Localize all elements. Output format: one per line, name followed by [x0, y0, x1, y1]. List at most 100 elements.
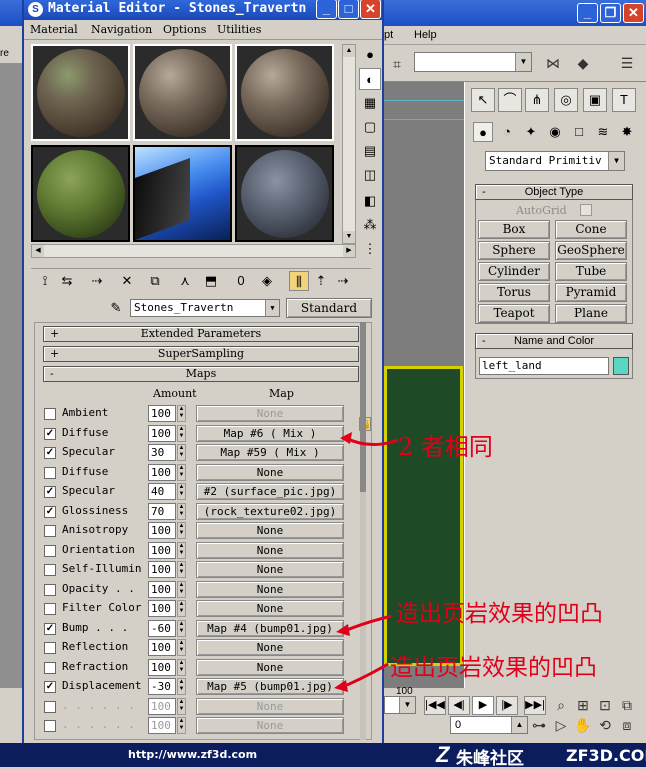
amount-spinner[interactable]: ▲ ▼	[177, 658, 186, 676]
sample-slot[interactable]	[235, 145, 334, 242]
amount-spinner[interactable]: ▲ ▼	[177, 424, 186, 442]
map-slot-button[interactable]: None	[196, 697, 344, 715]
modify-tab-icon[interactable]: ⌒	[498, 88, 522, 112]
map-enable-checkbox[interactable]: ✓	[44, 681, 56, 693]
name-and-color-rollout-header[interactable]: - Name and Color	[475, 333, 633, 349]
map-enable-checkbox[interactable]: ✓	[44, 447, 56, 459]
amount-spinner[interactable]: ▲ ▼	[177, 561, 186, 578]
amount-spinner[interactable]: ▲ ▼	[177, 502, 186, 520]
sample-slot[interactable]	[133, 145, 232, 242]
cameras-icon[interactable]: ◉	[545, 122, 565, 142]
amount-spinner[interactable]: ▲ ▼	[177, 522, 186, 539]
material-effects-channel-icon[interactable]: 0	[231, 271, 251, 291]
sample-uv-tiling-icon[interactable]: ▢	[359, 116, 381, 138]
map-amount-field[interactable]: -60	[148, 619, 176, 637]
systems-icon[interactable]: ✸	[617, 122, 637, 142]
mirror-icon[interactable]: ⋈	[542, 52, 564, 74]
torus-button[interactable]: Torus	[478, 283, 550, 302]
geometry-icon[interactable]: ●	[473, 122, 493, 142]
maximize-viewport-icon[interactable]: ⧈	[616, 714, 638, 736]
sample-slot[interactable]	[31, 145, 130, 242]
create-tab-icon[interactable]: ↖	[471, 88, 495, 112]
assign-material-icon[interactable]: ⇢	[87, 271, 107, 291]
show-map-in-viewport-icon[interactable]: ◈	[257, 271, 277, 291]
pan-icon[interactable]: ✋	[572, 714, 594, 736]
amount-spinner[interactable]: ▲ ▼	[177, 580, 186, 598]
map-amount-field[interactable]: 100	[148, 463, 176, 481]
sample-type-icon[interactable]: ●	[359, 44, 381, 66]
put-to-library-icon[interactable]: ⬒	[201, 271, 221, 291]
menu-options[interactable]: Options	[163, 23, 206, 36]
cylinder-button[interactable]: Cylinder	[478, 262, 550, 281]
sphere-button[interactable]: Sphere	[478, 241, 550, 260]
close-button[interactable]: ✕	[623, 3, 644, 23]
map-amount-field[interactable]: 100	[148, 424, 176, 442]
map-amount-field[interactable]: 100	[148, 522, 176, 539]
extended-parameters-rollout[interactable]: + Extended Parameters	[43, 326, 359, 342]
amount-spinner[interactable]: ▲ ▼	[177, 405, 186, 422]
map-amount-field[interactable]: 100	[148, 658, 176, 676]
key-mode-toggle-icon[interactable]: ⊶	[528, 714, 550, 736]
go-forward-to-sibling-icon[interactable]: ⇢	[333, 271, 353, 291]
map-enable-checkbox[interactable]	[44, 544, 56, 557]
map-enable-checkbox[interactable]	[44, 564, 56, 576]
amount-spinner[interactable]: ▲ ▼	[177, 444, 186, 461]
map-amount-field[interactable]: 100	[148, 541, 176, 559]
map-amount-field[interactable]: 70	[148, 502, 176, 520]
map-slot-button[interactable]: None	[196, 580, 344, 598]
geosphere-button[interactable]: GeoSphere	[555, 241, 627, 260]
video-color-check-icon[interactable]: ▤	[359, 140, 381, 162]
abc-icon[interactable]: ⌗	[386, 53, 408, 75]
map-slot-button[interactable]: None	[196, 405, 344, 422]
map-enable-checkbox[interactable]: ✓	[44, 486, 56, 498]
make-preview-icon[interactable]: ◫	[359, 164, 381, 186]
helpers-icon[interactable]: □	[569, 122, 589, 142]
object-name-field[interactable]: left_land	[479, 357, 609, 375]
reset-map-icon[interactable]: ✕	[117, 271, 137, 291]
map-amount-field[interactable]: 100	[148, 639, 176, 656]
map-amount-field[interactable]: 100	[148, 717, 176, 734]
map-enable-checkbox[interactable]	[44, 583, 56, 596]
map-amount-field[interactable]: 100	[148, 600, 176, 617]
hierarchy-tab-icon[interactable]: ⋔	[525, 88, 549, 112]
map-enable-checkbox[interactable]	[44, 603, 56, 615]
map-slot-button[interactable]: None	[196, 639, 344, 656]
map-enable-checkbox[interactable]: ✓	[44, 622, 56, 635]
map-enable-checkbox[interactable]	[44, 466, 56, 479]
utilities-tab-icon[interactable]: T	[612, 88, 636, 112]
restore-button[interactable]: ❐	[600, 3, 621, 23]
map-enable-checkbox[interactable]	[44, 700, 56, 713]
amount-spinner[interactable]: ▲ ▼	[177, 483, 186, 500]
map-slot-button[interactable]: Map #6 ( Mix )	[196, 424, 344, 442]
map-amount-field[interactable]: 100	[148, 561, 176, 578]
box-button[interactable]: Box	[478, 220, 550, 239]
layers-icon[interactable]: ☰	[616, 52, 638, 74]
map-slot-button[interactable]: Map #59 ( Mix )	[196, 444, 344, 461]
map-amount-field[interactable]: 100	[148, 697, 176, 715]
amount-spinner[interactable]: ▲ ▼	[177, 600, 186, 617]
selection-set-dropdown[interactable]: ▼	[414, 52, 532, 72]
display-tab-icon[interactable]: ▣	[583, 88, 607, 112]
spacewarps-icon[interactable]: ≋	[593, 122, 613, 142]
menu-item[interactable]: pt	[384, 29, 393, 41]
amount-spinner[interactable]: ▲ ▼	[177, 619, 186, 637]
category-dropdown[interactable]: Standard Primitiv ▼	[485, 151, 625, 171]
field-of-view-icon[interactable]: ▷	[550, 714, 572, 736]
map-enable-checkbox[interactable]	[44, 720, 56, 732]
map-amount-field[interactable]: -30	[148, 678, 176, 695]
map-slot-button[interactable]: None	[196, 658, 344, 676]
motion-tab-icon[interactable]: ◎	[554, 88, 578, 112]
options-icon[interactable]: ◧	[359, 190, 381, 212]
map-slot-button[interactable]: None	[196, 561, 344, 578]
cone-button[interactable]: Cone	[555, 220, 627, 239]
menu-material[interactable]: Material	[30, 23, 78, 36]
slots-vertical-scrollbar[interactable]: ▲ ▼	[342, 44, 356, 244]
map-enable-checkbox[interactable]	[44, 408, 56, 420]
map-slot-button[interactable]: (rock_texture02.jpg)	[196, 502, 344, 520]
teapot-button[interactable]: Teapot	[478, 304, 550, 323]
show-end-result-icon[interactable]: ⫼	[289, 271, 309, 291]
map-slot-button[interactable]: None	[196, 463, 344, 481]
object-type-rollout-header[interactable]: - Object Type	[475, 184, 633, 200]
arc-rotate-icon[interactable]: ⟲	[594, 714, 616, 736]
left-tab-label[interactable]: re	[0, 45, 22, 63]
